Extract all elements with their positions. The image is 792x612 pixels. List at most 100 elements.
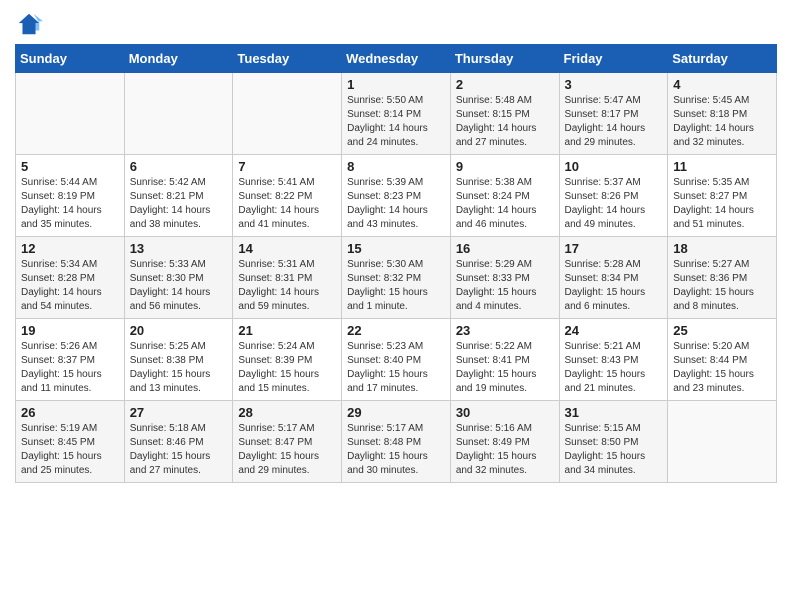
weekday-header-tuesday: Tuesday [233,45,342,73]
day-info: Sunrise: 5:21 AM Sunset: 8:43 PM Dayligh… [565,340,663,396]
calendar-cell [233,73,342,155]
calendar-cell: 26 Sunrise: 5:19 AM Sunset: 8:45 PM Dayli… [16,401,125,483]
calendar-cell: 4Sunrise: 5:45 AM Sunset: 8:18 PM Daylig… [668,73,777,155]
logo [15,10,47,38]
calendar-cell: 15 Sunrise: 5:30 AM Sunset: 8:32 PM Dayli… [342,237,451,319]
calendar-cell: 12Sunrise: 5:34 AM Sunset: 8:28 PM Dayli… [16,237,125,319]
day-info: Sunrise: 5:35 AM Sunset: 8:27 PM Dayligh… [673,176,771,232]
day-number: 9 [456,159,554,174]
day-number: 11 [673,159,771,174]
calendar-cell: 17Sunrise: 5:28 AM Sunset: 8:34 PM Dayli… [559,237,668,319]
calendar-cell: 27Sunrise: 5:18 AM Sunset: 8:46 PM Dayli… [124,401,233,483]
day-number: 31 [565,405,663,420]
day-number: 1 [347,77,445,92]
day-info: Sunrise: 5:19 AM Sunset: 8:45 PM Dayligh… [21,422,119,478]
weekday-header-monday: Monday [124,45,233,73]
day-info: Sunrise: 5:30 AM Sunset: 8:32 PM Dayligh… [347,258,445,314]
calendar-cell [124,73,233,155]
calendar-cell: 6 Sunrise: 5:42 AM Sunset: 8:21 PM Daylig… [124,155,233,237]
day-number: 19 [21,323,119,338]
day-info: Sunrise: 5:27 AM Sunset: 8:36 PM Dayligh… [673,258,771,314]
calendar-cell: 14 Sunrise: 5:31 AM Sunset: 8:31 PM Dayli… [233,237,342,319]
logo-icon [15,10,43,38]
calendar-cell [668,401,777,483]
calendar-week-row: 12Sunrise: 5:34 AM Sunset: 8:28 PM Dayli… [16,237,777,319]
calendar-cell: 10 Sunrise: 5:37 AM Sunset: 8:26 PM Dayli… [559,155,668,237]
day-number: 4 [673,77,771,92]
day-number: 21 [238,323,336,338]
day-info: Sunrise: 5:22 AM Sunset: 8:41 PM Dayligh… [456,340,554,396]
day-info: Sunrise: 5:23 AM Sunset: 8:40 PM Dayligh… [347,340,445,396]
day-number: 13 [130,241,228,256]
calendar-cell: 31 Sunrise: 5:15 AM Sunset: 8:50 PM Dayli… [559,401,668,483]
calendar-cell: 23Sunrise: 5:22 AM Sunset: 8:41 PM Dayli… [450,319,559,401]
day-number: 14 [238,241,336,256]
day-number: 24 [565,323,663,338]
day-info: Sunrise: 5:16 AM Sunset: 8:49 PM Dayligh… [456,422,554,478]
day-number: 5 [21,159,119,174]
calendar-cell: 1 Sunrise: 5:50 AM Sunset: 8:14 PM Daylig… [342,73,451,155]
calendar-week-row: 1 Sunrise: 5:50 AM Sunset: 8:14 PM Daylig… [16,73,777,155]
calendar-cell: 8Sunrise: 5:39 AM Sunset: 8:23 PM Daylig… [342,155,451,237]
day-info: Sunrise: 5:31 AM Sunset: 8:31 PM Dayligh… [238,258,336,314]
day-info: Sunrise: 5:25 AM Sunset: 8:38 PM Dayligh… [130,340,228,396]
calendar-cell: 22 Sunrise: 5:23 AM Sunset: 8:40 PM Dayli… [342,319,451,401]
calendar-body: 1 Sunrise: 5:50 AM Sunset: 8:14 PM Daylig… [16,73,777,483]
day-number: 10 [565,159,663,174]
day-number: 6 [130,159,228,174]
weekday-header-friday: Friday [559,45,668,73]
day-info: Sunrise: 5:38 AM Sunset: 8:24 PM Dayligh… [456,176,554,232]
calendar-header: SundayMondayTuesdayWednesdayThursdayFrid… [16,45,777,73]
day-number: 22 [347,323,445,338]
weekday-row: SundayMondayTuesdayWednesdayThursdayFrid… [16,45,777,73]
day-number: 3 [565,77,663,92]
day-info: Sunrise: 5:17 AM Sunset: 8:47 PM Dayligh… [238,422,336,478]
calendar-cell: 18 Sunrise: 5:27 AM Sunset: 8:36 PM Dayli… [668,237,777,319]
calendar-cell: 13 Sunrise: 5:33 AM Sunset: 8:30 PM Dayli… [124,237,233,319]
day-number: 16 [456,241,554,256]
day-number: 28 [238,405,336,420]
calendar-week-row: 19 Sunrise: 5:26 AM Sunset: 8:37 PM Dayli… [16,319,777,401]
day-number: 25 [673,323,771,338]
calendar-cell: 16 Sunrise: 5:29 AM Sunset: 8:33 PM Dayli… [450,237,559,319]
day-info: Sunrise: 5:37 AM Sunset: 8:26 PM Dayligh… [565,176,663,232]
calendar-cell: 5 Sunrise: 5:44 AM Sunset: 8:19 PM Daylig… [16,155,125,237]
weekday-header-thursday: Thursday [450,45,559,73]
calendar-cell: 20 Sunrise: 5:25 AM Sunset: 8:38 PM Dayli… [124,319,233,401]
calendar-cell: 30 Sunrise: 5:16 AM Sunset: 8:49 PM Dayli… [450,401,559,483]
calendar-cell: 28 Sunrise: 5:17 AM Sunset: 8:47 PM Dayli… [233,401,342,483]
day-number: 30 [456,405,554,420]
calendar-cell: 24 Sunrise: 5:21 AM Sunset: 8:43 PM Dayli… [559,319,668,401]
day-info: Sunrise: 5:15 AM Sunset: 8:50 PM Dayligh… [565,422,663,478]
calendar-cell: 11 Sunrise: 5:35 AM Sunset: 8:27 PM Dayli… [668,155,777,237]
calendar-cell: 25 Sunrise: 5:20 AM Sunset: 8:44 PM Dayli… [668,319,777,401]
day-info: Sunrise: 5:42 AM Sunset: 8:21 PM Dayligh… [130,176,228,232]
weekday-header-saturday: Saturday [668,45,777,73]
day-number: 26 [21,405,119,420]
calendar-cell: 29 Sunrise: 5:17 AM Sunset: 8:48 PM Dayli… [342,401,451,483]
day-info: Sunrise: 5:29 AM Sunset: 8:33 PM Dayligh… [456,258,554,314]
day-info: Sunrise: 5:34 AM Sunset: 8:28 PM Dayligh… [21,258,119,314]
day-info: Sunrise: 5:26 AM Sunset: 8:37 PM Dayligh… [21,340,119,396]
day-number: 15 [347,241,445,256]
weekday-header-sunday: Sunday [16,45,125,73]
day-info: Sunrise: 5:17 AM Sunset: 8:48 PM Dayligh… [347,422,445,478]
calendar-cell [16,73,125,155]
day-info: Sunrise: 5:47 AM Sunset: 8:17 PM Dayligh… [565,94,663,150]
day-number: 18 [673,241,771,256]
day-info: Sunrise: 5:20 AM Sunset: 8:44 PM Dayligh… [673,340,771,396]
day-number: 20 [130,323,228,338]
day-number: 8 [347,159,445,174]
calendar-week-row: 5 Sunrise: 5:44 AM Sunset: 8:19 PM Daylig… [16,155,777,237]
day-info: Sunrise: 5:48 AM Sunset: 8:15 PM Dayligh… [456,94,554,150]
calendar-cell: 21Sunrise: 5:24 AM Sunset: 8:39 PM Dayli… [233,319,342,401]
day-info: Sunrise: 5:33 AM Sunset: 8:30 PM Dayligh… [130,258,228,314]
day-number: 29 [347,405,445,420]
calendar-cell: 19 Sunrise: 5:26 AM Sunset: 8:37 PM Dayli… [16,319,125,401]
day-number: 27 [130,405,228,420]
calendar-cell: 2Sunrise: 5:48 AM Sunset: 8:15 PM Daylig… [450,73,559,155]
day-info: Sunrise: 5:50 AM Sunset: 8:14 PM Dayligh… [347,94,445,150]
day-number: 17 [565,241,663,256]
day-info: Sunrise: 5:44 AM Sunset: 8:19 PM Dayligh… [21,176,119,232]
calendar-cell: 9 Sunrise: 5:38 AM Sunset: 8:24 PM Daylig… [450,155,559,237]
